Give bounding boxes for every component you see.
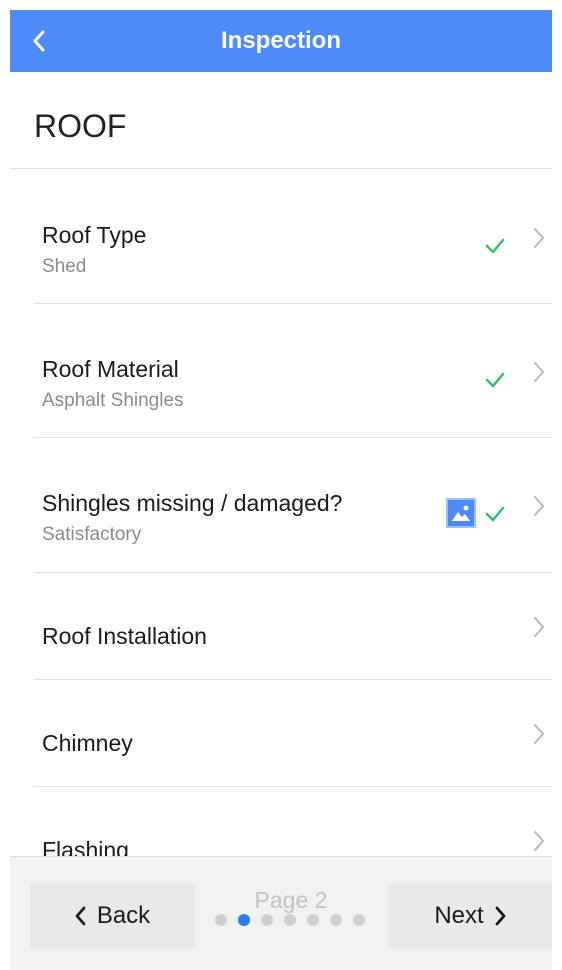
chevron-right-icon [534, 362, 544, 382]
list-item-roof-type[interactable]: Roof Type Shed [34, 170, 552, 304]
section-divider [10, 168, 552, 169]
page-dot [284, 914, 296, 926]
chevron-left-icon [33, 30, 45, 52]
chevron-left-icon [75, 906, 86, 926]
row-label: Roof Installation [42, 623, 207, 649]
chevron-right-icon [495, 906, 506, 926]
list-item-flashing[interactable]: Flashing [34, 787, 552, 856]
check-icon [485, 238, 505, 254]
row-label: Flashing [42, 837, 129, 856]
bottom-pager-bar: Back Page 2 Next [10, 856, 552, 970]
list-item-chimney[interactable]: Chimney [34, 680, 552, 787]
page-dots [215, 914, 365, 928]
row-label: Shingles missing / damaged? [42, 490, 343, 516]
back-button[interactable]: Back [30, 883, 195, 949]
back-button-label: Back [96, 902, 151, 929]
nav-back-button[interactable] [32, 10, 72, 72]
top-navbar: Inspection [10, 10, 552, 72]
page-dot [238, 914, 250, 926]
next-button[interactable]: Next [388, 883, 552, 949]
chevron-right-icon [534, 831, 544, 851]
row-label: Chimney [42, 730, 133, 756]
page-indicator-label: Page 2 [254, 887, 328, 913]
list-item-shingles-damaged[interactable]: Shingles missing / damaged? Satisfactory [34, 438, 552, 573]
row-label: Roof Material [42, 356, 179, 382]
page-dot [307, 914, 319, 926]
page-dot [330, 914, 342, 926]
row-value: Satisfactory [42, 524, 142, 545]
inspection-list: Roof Type Shed Roof Material Asphalt Shi… [0, 170, 562, 856]
list-item-roof-installation[interactable]: Roof Installation [34, 573, 552, 680]
row-label: Roof Type [42, 222, 147, 248]
check-icon [485, 372, 505, 388]
section-title: ROOF [34, 108, 127, 144]
next-button-label: Next [434, 902, 484, 929]
chevron-right-icon [534, 496, 544, 516]
page-dot [353, 914, 365, 926]
list-item-roof-material[interactable]: Roof Material Asphalt Shingles [34, 304, 552, 438]
check-icon [485, 506, 505, 522]
page-dot [261, 914, 273, 926]
chevron-right-icon [534, 724, 544, 744]
page-dot [215, 914, 227, 926]
photo-icon[interactable] [446, 498, 476, 528]
chevron-right-icon [534, 617, 544, 637]
row-value: Shed [42, 256, 87, 277]
nav-title: Inspection [220, 27, 341, 54]
chevron-right-icon [534, 228, 544, 248]
row-value: Asphalt Shingles [42, 390, 184, 411]
